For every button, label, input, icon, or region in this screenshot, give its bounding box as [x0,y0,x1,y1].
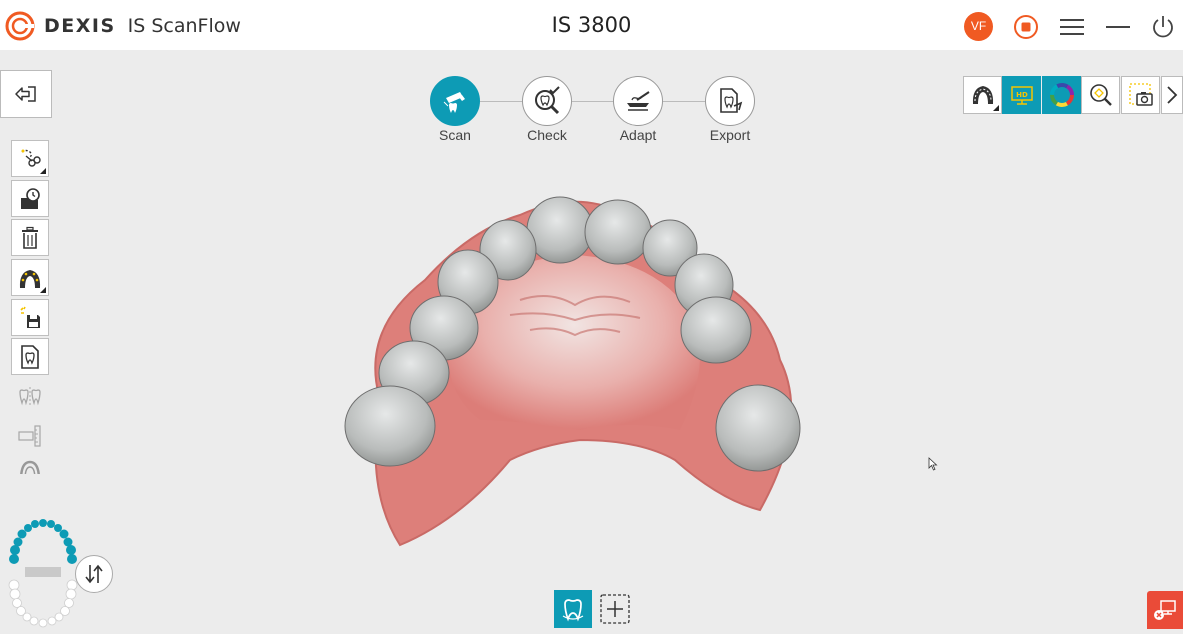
step-connector [663,101,706,102]
jaw-view-button[interactable] [963,76,1002,114]
record-stop-icon [1014,15,1038,39]
occlusion-icon [19,386,41,407]
step-label: Export [709,127,751,143]
save-icon [20,306,40,328]
tooth-mode-button[interactable] [554,590,592,628]
trash-icon [22,226,38,249]
add-region-button[interactable] [596,590,634,628]
ruler-button[interactable] [11,417,49,454]
hd-display-icon: HD [1010,86,1033,105]
jaw-divider [25,567,61,577]
remote-alert-button[interactable] [1147,591,1183,629]
device-title: IS 3800 [551,13,632,37]
exit-icon [15,86,36,102]
arch-icon [20,460,40,474]
undo-history-button[interactable] [11,180,49,217]
menu-icon [1060,19,1084,35]
step-connector [572,101,615,102]
swap-jaw-icon [85,564,103,584]
tooth [526,196,594,264]
save-button[interactable] [11,299,49,336]
step-adapt[interactable]: Adapt [613,76,663,143]
tooth [680,296,752,364]
check-magnifier-icon [535,86,560,115]
ruler-icon [18,424,41,447]
jaw-texture-icon [19,269,41,288]
submenu-indicator [40,168,46,174]
step-label: Adapt [619,127,657,143]
mouse-cursor-icon [928,457,938,471]
scan-model-viewport[interactable] [340,190,810,555]
svg-text:HD: HD [1016,91,1028,99]
minimize-icon [1106,26,1130,28]
zoom-icon [1089,84,1112,106]
arch-button[interactable] [11,457,49,475]
power-icon [1153,16,1173,38]
jaw-texture-button[interactable] [11,259,49,296]
step-check[interactable]: Check [522,76,572,143]
export-icon [720,88,743,113]
cut-tool-icon [21,149,41,167]
tooth [344,385,436,467]
tooth [584,199,652,265]
jaw-view-icon [972,86,993,104]
screenshot-icon [1128,83,1153,106]
tooth-icon [562,599,584,622]
submenu-indicator [40,287,46,293]
step-connector [480,101,523,102]
swap-jaw-button[interactable] [75,555,113,593]
adapt-icon [627,91,650,111]
cut-tool-button[interactable] [11,140,49,177]
exit-button[interactable] [0,70,52,118]
tooth [715,384,801,472]
step-label: Check [527,127,567,143]
user-avatar[interactable]: VF [964,12,993,41]
zoom-button[interactable] [1081,76,1120,114]
step-scan[interactable]: Scan [430,76,480,143]
title-bar: DEXIS IS ScanFlow IS 3800 VF [0,0,1183,50]
color-button[interactable] [1042,76,1081,114]
power-button[interactable] [1148,12,1178,42]
add-region-icon [600,594,630,624]
record-stop-button[interactable] [1011,12,1041,42]
upper-arch[interactable] [9,519,77,564]
screenshot-button[interactable] [1121,76,1160,114]
tooth-document-button[interactable] [11,338,49,375]
delete-button[interactable] [11,219,49,256]
remote-alert-icon [1154,600,1176,620]
hd-display-button[interactable]: HD [1002,76,1041,114]
color-wheel-icon [1049,83,1074,107]
jaw-selector[interactable] [8,515,78,629]
undo-history-icon [21,187,40,209]
step-label: Scan [439,127,471,143]
step-export[interactable]: Export [705,76,755,143]
lower-arch[interactable] [8,579,78,628]
occlusion-button[interactable] [11,378,49,415]
submenu-indicator [993,105,999,111]
minimize-button[interactable] [1103,12,1133,42]
scanner-icon [443,92,465,113]
more-tools-button[interactable] [1161,76,1183,114]
tooth-document-icon [21,344,39,369]
chevron-right-icon [1167,86,1178,104]
menu-button[interactable] [1057,12,1087,42]
